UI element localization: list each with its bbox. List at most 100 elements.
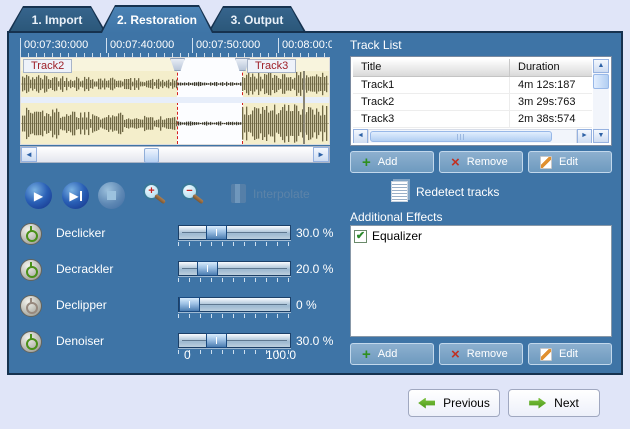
edit-icon: [540, 155, 552, 169]
track-split-marker: [303, 71, 305, 144]
declipper-slider-thumb[interactable]: [179, 297, 200, 312]
play-button[interactable]: ▶: [25, 182, 52, 209]
effect-row-decrackler: Decrackler 20.0 %: [9, 257, 344, 287]
add-icon: +: [362, 153, 371, 171]
timeline-label: 00:07:50:000: [192, 38, 278, 53]
scroll-left-icon[interactable]: ◄: [353, 129, 368, 143]
decrackler-slider-thumb[interactable]: [197, 261, 218, 276]
next-button[interactable]: Next: [508, 389, 600, 417]
remove-effect-button[interactable]: × Remove: [439, 343, 523, 365]
tab-restoration[interactable]: 2. Restoration: [100, 5, 214, 33]
stop-icon: [107, 191, 116, 200]
denoiser-slider-thumb[interactable]: [206, 333, 227, 348]
denoiser-power-button[interactable]: [20, 331, 42, 353]
denoiser-slider[interactable]: [178, 333, 291, 348]
additional-effects-list[interactable]: ✔ Equalizer: [350, 225, 612, 337]
decrackler-value: 20.0 %: [296, 262, 334, 276]
table-row[interactable]: Track1 4m 12s:187: [353, 77, 592, 94]
declicker-value: 30.0 %: [296, 226, 334, 240]
equalizer-label: Equalizer: [372, 229, 423, 243]
effect-row-declipper: Declipper 0 %: [9, 293, 344, 323]
redetect-tracks-button[interactable]: Redetect tracks: [391, 181, 499, 202]
effects-buttons: + Add × Remove Edit: [350, 343, 612, 365]
scrollbar-track[interactable]: [37, 147, 313, 163]
timeline-ruler: 00:07:30:000 00:07:40:000 00:07:50:000 0…: [20, 38, 332, 53]
track-list-title: Track List: [350, 38, 402, 52]
scroll-right-icon[interactable]: ►: [313, 147, 329, 162]
declipper-label: Declipper: [56, 298, 107, 312]
remove-track-button[interactable]: × Remove: [439, 151, 523, 173]
previous-button[interactable]: Previous: [408, 389, 500, 417]
declicker-slider-thumb[interactable]: [206, 225, 227, 240]
play-next-icon: ▶: [69, 188, 79, 203]
scroll-left-icon[interactable]: ◄: [21, 147, 37, 162]
equalizer-checkbox[interactable]: ✔: [354, 229, 367, 243]
declipper-power-button[interactable]: [20, 295, 42, 317]
scroll-right-icon[interactable]: ►: [577, 129, 592, 143]
track2-label: Track2: [23, 59, 73, 73]
document-icon: [391, 181, 408, 202]
denoiser-label: Denoiser: [56, 334, 105, 348]
declipper-value: 0 %: [296, 298, 317, 312]
column-title[interactable]: Title: [353, 59, 509, 76]
zoom-in-button[interactable]: +: [143, 183, 169, 208]
denoiser-value: 30.0 %: [296, 334, 334, 348]
remove-icon: ×: [451, 153, 460, 171]
stop-button[interactable]: [98, 182, 125, 209]
declicker-label: Declicker: [56, 226, 106, 240]
remove-icon: ×: [451, 345, 460, 363]
play-next-button[interactable]: ▶: [62, 182, 89, 209]
axis-min: 0: [184, 348, 191, 362]
timeline-label: 00:07:40:000: [106, 38, 192, 53]
declicker-power-button[interactable]: [20, 223, 42, 245]
waveform-channel-2: [21, 104, 329, 143]
arrow-right-icon: [529, 397, 547, 409]
declicker-slider[interactable]: [178, 225, 291, 240]
track-list: Title Duration Track1 4m 12s:187 Track2 …: [350, 56, 612, 146]
arrow-left-icon: [418, 397, 436, 409]
waveform-channel-1: [21, 72, 329, 96]
interpolate-button[interactable]: Interpolate: [231, 184, 310, 203]
decrackler-slider[interactable]: [178, 261, 291, 276]
waveform-scrollbar[interactable]: ◄ ►: [20, 146, 330, 163]
timeline-label: 00:07:30:000: [20, 38, 106, 53]
track-list-header[interactable]: Title Duration: [353, 59, 592, 77]
scrollbar-thumb[interactable]: [593, 74, 609, 89]
scroll-up-icon[interactable]: ▲: [593, 59, 609, 73]
main-panel: 00:07:30:000 00:07:40:000 00:07:50:000 0…: [7, 31, 623, 375]
app-window: 1. Import 2. Restoration 3. Output 00:07…: [0, 0, 630, 429]
scrollbar-thumb[interactable]: [370, 131, 552, 142]
axis-max: 100.0: [265, 348, 296, 362]
additional-effects-title: Additional Effects: [350, 210, 443, 224]
add-icon: +: [362, 345, 371, 363]
tab-restoration-label: 2. Restoration: [102, 7, 212, 33]
declipper-slider[interactable]: [178, 297, 291, 312]
effect-row-declicker: Declicker 30.0 %: [9, 221, 344, 251]
track3-label: Track3: [247, 59, 297, 73]
tab-import-label: 1. Import: [10, 8, 104, 32]
scrollbar-thumb[interactable]: [144, 148, 159, 163]
add-effect-button[interactable]: + Add: [350, 343, 434, 365]
interpolate-icon: [231, 184, 246, 203]
track-list-vscrollbar[interactable]: ▲ ▼: [593, 59, 609, 143]
decrackler-label: Decrackler: [56, 262, 114, 276]
table-row[interactable]: Track2 3m 29s:763: [353, 94, 592, 111]
interpolate-label: Interpolate: [253, 186, 310, 201]
decrackler-power-button[interactable]: [20, 259, 42, 281]
track-list-buttons: + Add × Remove Edit: [350, 151, 612, 173]
edit-effect-button[interactable]: Edit: [528, 343, 612, 365]
timeline-label: 00:08:00:00: [278, 38, 332, 53]
tab-import[interactable]: 1. Import: [8, 6, 106, 32]
waveform-display[interactable]: Track2 Track3: [20, 57, 330, 145]
list-item[interactable]: ✔ Equalizer: [354, 229, 608, 243]
tab-output[interactable]: 3. Output: [208, 6, 306, 32]
edit-icon: [540, 347, 552, 361]
zoom-out-button[interactable]: −: [181, 183, 207, 208]
play-icon: ▶: [33, 188, 44, 203]
table-row[interactable]: Track3 2m 38s:574: [353, 111, 592, 128]
column-duration[interactable]: Duration: [509, 59, 592, 76]
scroll-down-icon[interactable]: ▼: [593, 129, 609, 143]
add-track-button[interactable]: + Add: [350, 151, 434, 173]
track-list-hscrollbar[interactable]: ◄ ►: [353, 129, 592, 143]
edit-track-button[interactable]: Edit: [528, 151, 612, 173]
